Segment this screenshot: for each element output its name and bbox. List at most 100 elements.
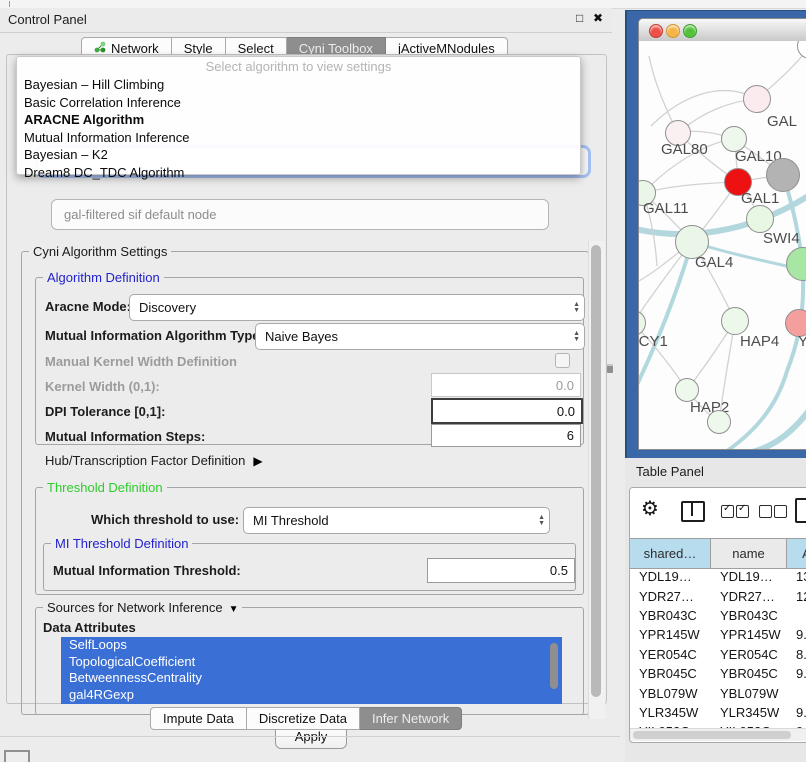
dpi-tolerance-value: 0.0 xyxy=(557,404,575,419)
hub-definition-section[interactable]: Hub/Transcription Factor Definition ▶ xyxy=(45,453,263,468)
deselect-all-checkbox-icon[interactable] xyxy=(759,505,772,518)
stepper-arrows-icon[interactable]: ▲▼ xyxy=(573,331,580,343)
node-label: GAL11 xyxy=(643,200,689,217)
deselect-all-checkbox-icon[interactable] xyxy=(774,505,787,518)
top-strip-divider xyxy=(9,1,10,7)
table-panel-title: Table Panel xyxy=(636,464,704,479)
float-window-icon[interactable]: □ xyxy=(576,11,583,25)
table-panel-window: ⚙ ✓ ✓ shared…nameA YDL19…YDL19…13YDR27…Y… xyxy=(629,487,806,743)
aracne-mode-label: Aracne Mode: xyxy=(45,299,131,314)
manual-kernel-width-checkbox[interactable] xyxy=(555,353,570,368)
stepper-arrows-icon[interactable]: ▲▼ xyxy=(573,302,580,314)
algorithm-option[interactable]: Basic Correlation Inference xyxy=(17,94,580,112)
minimize-traffic-light[interactable] xyxy=(666,24,680,38)
which-threshold-value: MI Threshold xyxy=(253,513,329,528)
table-cell: YBL079W xyxy=(711,686,787,701)
table-cell: 12 xyxy=(787,589,806,604)
mi-algorithm-type-combobox[interactable]: Naive Bayes ▲▼ xyxy=(255,323,585,350)
aracne-mode-combobox[interactable]: Discovery ▲▼ xyxy=(129,294,585,321)
table-row[interactable]: YDR27…YDR27…12 xyxy=(630,586,806,605)
stepper-arrows-icon[interactable]: ▲▼ xyxy=(538,515,545,527)
mutual-information-threshold-label: Mutual Information Threshold: xyxy=(53,563,241,578)
network-node-hap4[interactable] xyxy=(721,307,749,335)
table-cell: 9. xyxy=(787,705,806,720)
data-attribute-item[interactable]: SelfLoops xyxy=(61,637,562,654)
mutual-information-threshold-value: 0.5 xyxy=(550,563,568,578)
mi-steps-field[interactable]: 6 xyxy=(431,424,581,447)
algorithm-option[interactable]: Bayesian – K2 xyxy=(17,146,580,164)
node-label: GAL80 xyxy=(661,141,708,158)
table-row[interactable]: YPR145WYPR145W9. xyxy=(630,625,806,644)
kernel-width-field[interactable]: 0.0 xyxy=(431,373,581,397)
mutual-information-threshold-field[interactable]: 0.5 xyxy=(427,558,575,583)
tab-infer-network[interactable]: Infer Network xyxy=(360,707,462,730)
table-row[interactable]: YBR045CYBR045C9. xyxy=(630,664,806,683)
sources-title[interactable]: Sources for Network Inference▼ xyxy=(43,600,242,615)
kernel-width-value: 0.0 xyxy=(556,378,574,393)
bottom-left-partial-button[interactable] xyxy=(4,750,30,762)
table-row[interactable]: YBR043CYBR043C xyxy=(630,606,806,625)
table-row[interactable]: YLR345WYLR345W9. xyxy=(630,703,806,722)
table-row[interactable]: YBL079WYBL079W xyxy=(630,683,806,702)
dpi-tolerance-field[interactable]: 0.0 xyxy=(431,398,583,424)
hub-definition-label: Hub/Transcription Factor Definition xyxy=(45,453,245,468)
data-attribute-item[interactable]: BetweennessCentrality xyxy=(61,670,562,687)
table-horizontal-scrollbar[interactable] xyxy=(630,728,806,741)
export-table-icon[interactable] xyxy=(795,498,806,523)
network-node[interactable] xyxy=(707,410,731,434)
table-column-header[interactable]: A xyxy=(787,539,806,568)
close-icon[interactable]: ✖ xyxy=(593,11,603,25)
table-cell: YPR145W xyxy=(711,627,787,642)
select-all-checkbox-icon[interactable]: ✓ xyxy=(736,505,749,518)
tab-impute-data[interactable]: Impute Data xyxy=(150,707,247,730)
panel-splitter-grip[interactable] xyxy=(607,364,613,373)
screen: Control Panel □ ✖ NetworkStyleSelectCyni… xyxy=(0,0,806,762)
data-attribute-item[interactable]: TopologicalCoefficient xyxy=(61,654,562,671)
control-panel-titlebar: Control Panel □ ✖ xyxy=(0,8,612,33)
table-cell: YER054C xyxy=(711,647,787,662)
algorithm-option[interactable]: Mutual Information Inference xyxy=(17,129,580,147)
network-node-swi4[interactable] xyxy=(746,205,774,233)
table-cell: 8. xyxy=(787,647,806,662)
list-scrollbar-thumb[interactable] xyxy=(550,643,558,689)
table-cell: YBR043C xyxy=(630,608,711,623)
table-column-header[interactable]: shared… xyxy=(630,539,711,568)
network-node-gal[interactable] xyxy=(743,85,771,113)
table-cell: YLR345W xyxy=(711,705,787,720)
table-row[interactable]: YER054CYER054C8. xyxy=(630,645,806,664)
tab-discretize-data[interactable]: Discretize Data xyxy=(247,707,360,730)
network-window-titlebar[interactable] xyxy=(639,19,806,42)
collapse-down-icon[interactable]: ▼ xyxy=(229,604,239,615)
select-all-checkbox-icon[interactable]: ✓ xyxy=(721,505,734,518)
table-horizontal-scrollbar-thumb[interactable] xyxy=(633,731,791,739)
which-threshold-combobox[interactable]: MI Threshold ▲▼ xyxy=(243,507,550,534)
settings-vertical-scrollbar-thumb[interactable] xyxy=(591,245,601,697)
table-cell: YBL079W xyxy=(630,686,711,701)
tab-label: Impute Data xyxy=(163,711,234,726)
algorithm-option[interactable]: Bayesian – Hill Climbing xyxy=(17,76,580,94)
table-cell: 9. xyxy=(787,627,806,642)
close-traffic-light[interactable] xyxy=(649,24,663,38)
node-label: SWI4 xyxy=(763,230,800,247)
algorithm-option-list: Bayesian – Hill ClimbingBasic Correlatio… xyxy=(17,76,580,181)
zoom-traffic-light[interactable] xyxy=(683,24,697,38)
node-label: GAL xyxy=(767,113,797,130)
data-attribute-item[interactable]: gal4RGexp xyxy=(61,687,562,704)
expand-right-icon[interactable]: ▶ xyxy=(253,454,262,468)
table-cell: YBR045C xyxy=(711,666,787,681)
kernel-width-label: Kernel Width (0,1): xyxy=(45,379,160,394)
data-attributes-list[interactable]: SelfLoopsTopologicalCoefficientBetweenne… xyxy=(61,637,562,704)
algorithm-option[interactable]: Dream8 DC_TDC Algorithm xyxy=(17,164,580,182)
table-cell: YPR145W xyxy=(630,627,711,642)
algorithm-option[interactable]: ARACNE Algorithm xyxy=(17,111,580,129)
network-node[interactable] xyxy=(766,158,800,192)
network-canvas[interactable]: GALGAL80GAL10GAL1GAL11SWI4GAL4GCY1HAP4YH… xyxy=(639,41,806,449)
table-cell: 9. xyxy=(787,666,806,681)
split-columns-icon[interactable] xyxy=(681,501,705,522)
table-column-header[interactable]: name xyxy=(711,539,787,568)
gear-icon[interactable]: ⚙ xyxy=(641,496,659,521)
table-row[interactable]: YDL19…YDL19…13 xyxy=(630,567,806,586)
aracne-mode-value: Discovery xyxy=(139,300,196,315)
mi-threshold-definition-title: MI Threshold Definition xyxy=(51,536,192,551)
mi-algorithm-type-label: Mutual Information Algorithm Type: xyxy=(45,328,264,343)
